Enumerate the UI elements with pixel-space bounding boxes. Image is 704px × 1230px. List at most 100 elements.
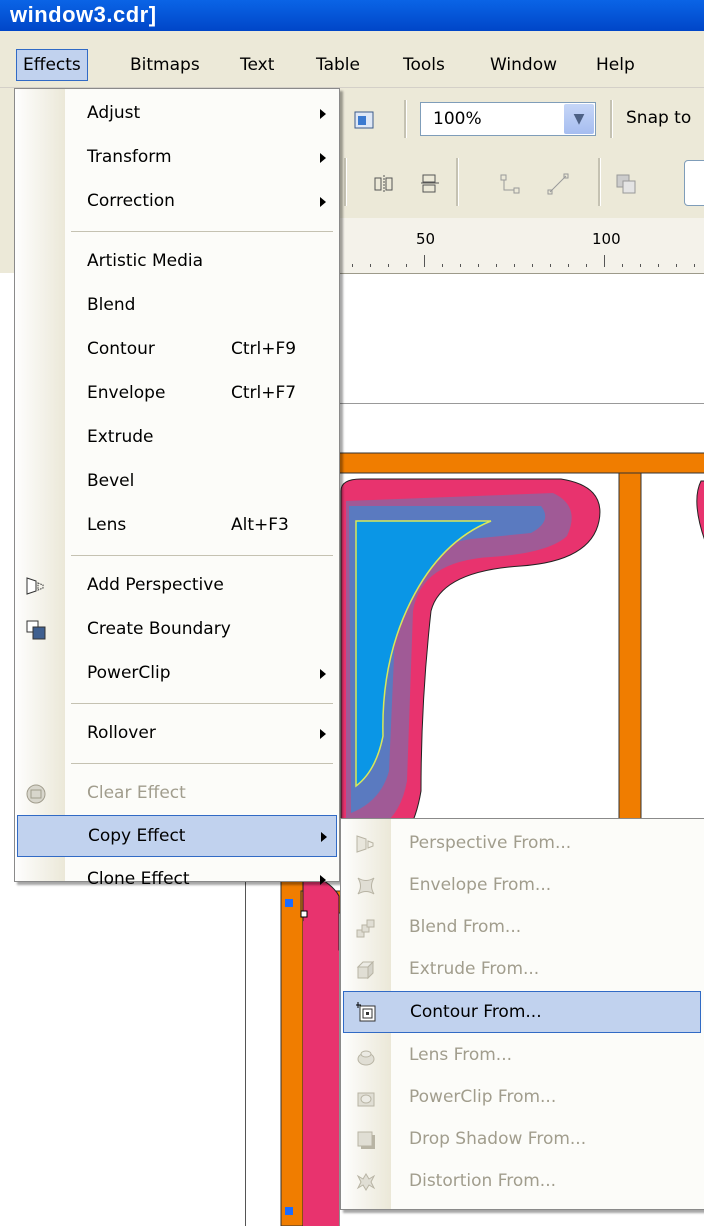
toolbar-separator (456, 158, 459, 206)
menu-item-label: Blend (87, 295, 136, 315)
submenu-arrow-icon (320, 197, 326, 207)
contour-icon (355, 1002, 378, 1024)
horizontal-ruler: 50 100 (330, 218, 704, 274)
menu-item-extrude[interactable]: Extrude (17, 417, 337, 459)
lens-icon (355, 1045, 377, 1067)
submenu-item-label: Extrude From... (409, 959, 540, 979)
window-title: window3.cdr] (10, 2, 157, 27)
submenu-arrow-icon (320, 875, 326, 885)
ruler-label: 100 (592, 230, 621, 248)
submenu-item-label: Lens From... (409, 1045, 512, 1065)
ruler-tick (532, 264, 533, 267)
menu-bitmaps[interactable]: Bitmaps (124, 50, 206, 80)
submenu-item-extrude-from: Extrude From... (343, 949, 701, 991)
submenu-arrow-icon (321, 832, 327, 842)
menu-item-clear-effect: Clear Effect (17, 773, 337, 815)
snap-to-button[interactable]: Snap to (626, 108, 691, 128)
menu-item-contour[interactable]: Contour Ctrl+F9 (17, 329, 337, 371)
menu-window[interactable]: Window (484, 50, 563, 80)
menu-text[interactable]: Text (234, 50, 280, 80)
connector-icon[interactable] (496, 170, 524, 198)
ruler-tick (694, 264, 695, 267)
menu-item-shortcut: Ctrl+F7 (231, 383, 297, 403)
toolbar-field[interactable] (684, 160, 704, 206)
menu-item-shortcut: Alt+F3 (231, 515, 289, 535)
ruler-tick (622, 264, 623, 267)
menu-item-label: Transform (87, 147, 172, 167)
app-launcher-icon[interactable] (350, 106, 378, 134)
menu-item-label: Contour (87, 339, 155, 359)
order-icon[interactable] (416, 170, 444, 198)
submenu-item-label: Perspective From... (409, 833, 572, 853)
menu-item-correction[interactable]: Correction (17, 181, 337, 223)
menu-item-lens[interactable]: Lens Alt+F3 (17, 505, 337, 547)
convert-icon[interactable] (612, 170, 640, 198)
menu-tools[interactable]: Tools (397, 50, 451, 80)
ruler-tick (658, 264, 659, 267)
canvas-desktop (330, 274, 704, 404)
menu-item-copy-effect[interactable]: Copy Effect (17, 815, 337, 857)
menu-item-blend[interactable]: Blend (17, 285, 337, 327)
menu-item-label: Extrude (87, 427, 154, 447)
ruler-tick (478, 264, 479, 267)
submenu-arrow-icon (320, 109, 326, 119)
ruler-tick (676, 264, 677, 267)
envelope-icon (355, 875, 377, 897)
toolbar-separator (610, 100, 613, 138)
blend-icon (355, 917, 377, 939)
ruler-tick (550, 264, 551, 267)
ruler-tick (388, 264, 389, 267)
title-bar: window3.cdr] (0, 0, 704, 31)
menu-item-label: Correction (87, 191, 175, 211)
menu-item-label: Copy Effect (88, 826, 186, 846)
submenu-item-drop-shadow-from: Drop Shadow From... (343, 1119, 701, 1161)
menu-item-clone-effect[interactable]: Clone Effect (17, 859, 337, 901)
extrude-icon (355, 959, 377, 981)
align-distribute-icon[interactable] (370, 170, 398, 198)
ruler-tick (424, 255, 425, 267)
submenu-item-contour-from[interactable]: Contour From... (343, 991, 701, 1033)
powerclip-icon (355, 1087, 377, 1109)
menu-item-adjust[interactable]: Adjust (17, 93, 337, 135)
submenu-item-label: Blend From... (409, 917, 522, 937)
ruler-tick (460, 264, 461, 267)
menu-separator (71, 231, 333, 232)
ruler-tick (640, 264, 641, 267)
menu-item-bevel[interactable]: Bevel (17, 461, 337, 503)
effects-menu: Adjust Transform Correction Artistic Med… (14, 88, 340, 889)
menu-separator (71, 555, 333, 556)
menu-bar: Effects Bitmaps Text Table Tools Window … (0, 31, 704, 88)
clear-effect-icon (25, 783, 47, 805)
line-tool-icon[interactable] (544, 170, 572, 198)
menu-item-label: Clone Effect (87, 869, 190, 889)
menu-item-transform[interactable]: Transform (17, 137, 337, 179)
perspective-icon (25, 575, 47, 597)
menu-item-create-boundary[interactable]: Create Boundary (17, 609, 337, 651)
menu-item-artistic-media[interactable]: Artistic Media (17, 241, 337, 283)
menu-effects[interactable]: Effects (16, 49, 88, 81)
copy-effect-submenu: Perspective From... Envelope From... Ble… (340, 818, 704, 1210)
submenu-arrow-icon (320, 669, 326, 679)
menu-separator (71, 763, 333, 764)
zoom-level-combo[interactable]: 100% ▼ (420, 102, 596, 136)
menu-item-envelope[interactable]: Envelope Ctrl+F7 (17, 373, 337, 415)
menu-item-label: PowerClip (87, 663, 171, 683)
toolbar-separator (404, 100, 407, 138)
menu-item-label: Adjust (87, 103, 141, 123)
perspective-icon (355, 833, 377, 855)
menu-item-add-perspective[interactable]: Add Perspective (17, 565, 337, 607)
menu-item-label: Bevel (87, 471, 135, 491)
submenu-item-lens-from: Lens From... (343, 1035, 701, 1077)
menu-table[interactable]: Table (310, 50, 366, 80)
menu-item-label: Artistic Media (87, 251, 204, 271)
menu-item-label: Clear Effect (87, 783, 186, 803)
menu-separator (71, 703, 333, 704)
menu-help[interactable]: Help (590, 50, 641, 80)
chevron-down-icon[interactable]: ▼ (564, 104, 594, 134)
ruler-tick (406, 264, 407, 267)
submenu-item-perspective-from: Perspective From... (343, 823, 701, 865)
menu-item-rollover[interactable]: Rollover (17, 713, 337, 755)
submenu-item-label: Distortion From... (409, 1171, 557, 1191)
menu-item-label: Rollover (87, 723, 156, 743)
menu-item-powerclip[interactable]: PowerClip (17, 653, 337, 695)
